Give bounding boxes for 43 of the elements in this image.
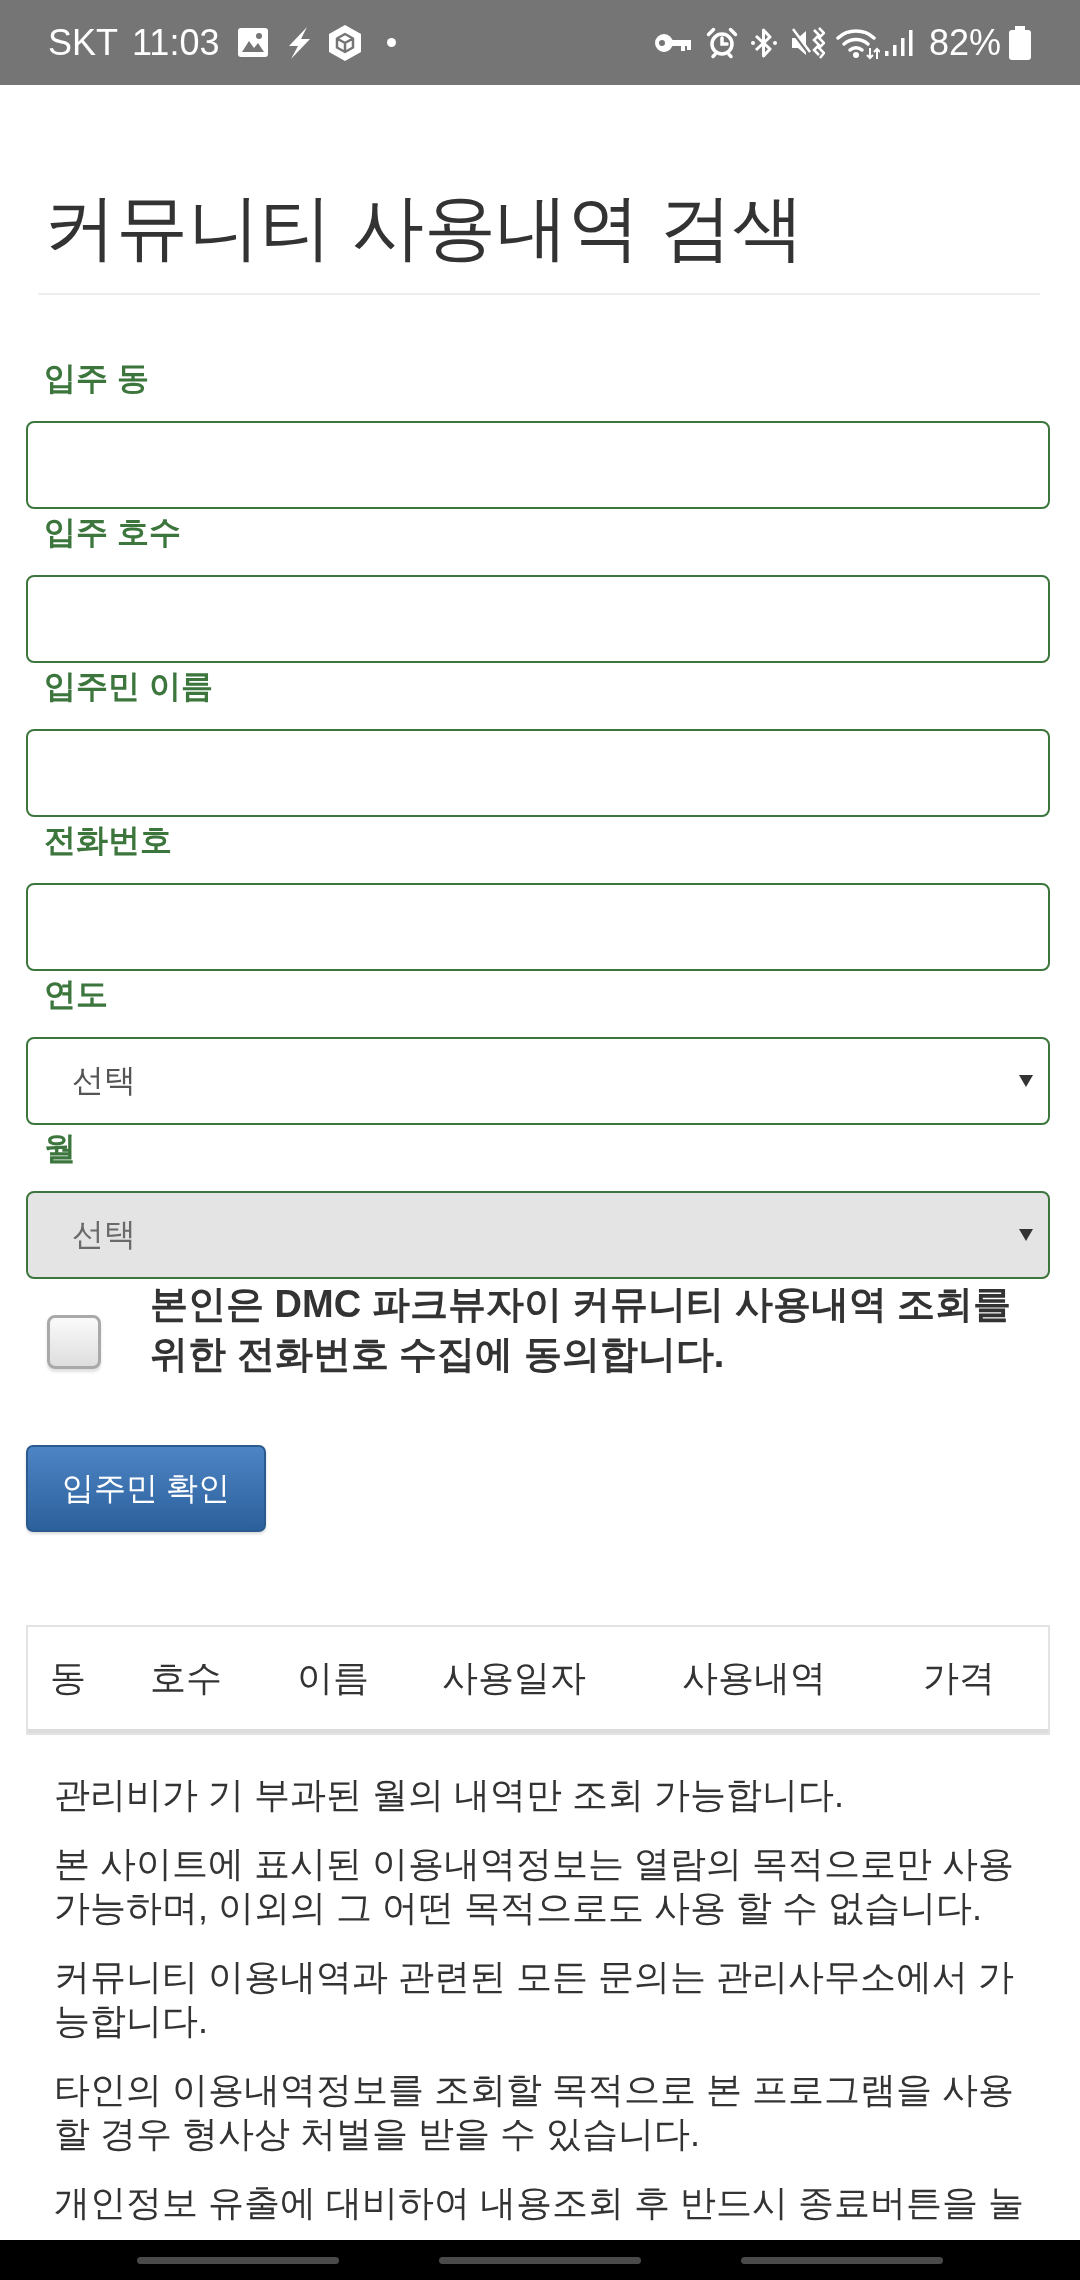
notice-text: 관리비가 기 부과된 월의 내역만 조회 가능합니다. [54, 1773, 845, 1817]
notice-text: 개인정보 유출에 대비하여 내용조회 후 반드시 종료버튼을 눌 [54, 2181, 1025, 2225]
lightning-bolt-icon [286, 26, 313, 59]
alarm-clock-icon [705, 26, 738, 59]
nav-handle-icon[interactable] [439, 2256, 641, 2264]
caret-icon [1019, 1075, 1033, 1087]
column-header: 동 [50, 1656, 86, 1700]
text-field[interactable] [26, 729, 1050, 817]
battery-percent: 82% [928, 22, 1001, 63]
field-label: 입주민 이름 [44, 667, 213, 706]
battery-icon [1009, 25, 1031, 60]
notice-text: 커뮤니티 이용내역과 관련된 모든 문의는 관리사무소에서 가능합니다. [54, 1955, 1015, 2043]
column-header: 이름 [297, 1656, 369, 1700]
text-field[interactable] [26, 421, 1050, 509]
text-field[interactable] [26, 575, 1050, 663]
field-label: 월 [44, 1129, 76, 1168]
confirm-button[interactable]: 입주민 확인 [26, 1445, 266, 1532]
column-header: 사용내역 [682, 1656, 826, 1700]
cube-icon [328, 24, 363, 61]
text-field[interactable] [26, 883, 1050, 971]
field-label: 연도 [44, 975, 108, 1014]
dot-icon [387, 38, 397, 47]
image-icon [237, 27, 270, 58]
muted-vibrate-icon [790, 26, 825, 59]
consent-label: 본인은 DMC 파크뷰자이 커뮤니티 사용내역 조회를 위한 전화번호 수집에 동의합니다. [150, 1282, 1013, 1377]
page-title: 커뮤니티 사용내역 검색 [44, 188, 804, 267]
field-label: 전화번호 [44, 821, 172, 860]
notice-text: 본 사이트에 표시된 이용내역정보는 열람의 목적으로만 사용 가능하며, 이외의 그 어떤 목적으로도 사용 할 수 없습니다. [54, 1842, 1015, 1930]
field-label: 입주 호수 [44, 513, 181, 552]
column-header: 호수 [150, 1656, 222, 1700]
caret-icon [1019, 1229, 1033, 1241]
key-icon [654, 31, 691, 54]
nav-handle-icon[interactable] [137, 2256, 339, 2264]
checkbox[interactable] [47, 1315, 101, 1369]
notice-text: 타인의 이용내역정보를 조회할 목적으로 본 프로그램을 사용할 경우 형사상 처벌을 받을 수 있습니다. [54, 2068, 1015, 2156]
field-label: 입주 동 [44, 359, 149, 398]
nav-handle-icon[interactable] [741, 2256, 943, 2264]
column-header: 사용일자 [442, 1656, 586, 1700]
carrier-name: SKT [48, 22, 118, 63]
clock-time: 11:03 [132, 22, 220, 63]
column-header: 가격 [923, 1656, 995, 1700]
dropdown-field[interactable]: 선택 [26, 1037, 1050, 1125]
signal-icon [884, 29, 915, 56]
